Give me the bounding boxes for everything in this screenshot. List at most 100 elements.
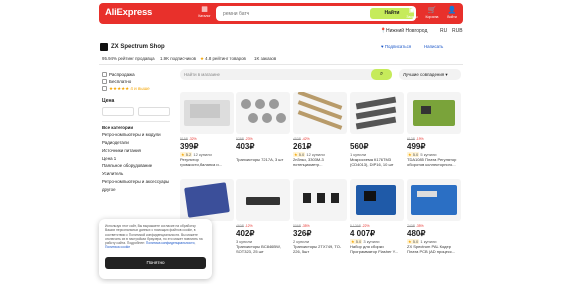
product-meta: ★ 5.0 3 купили xyxy=(350,239,380,244)
filter-rating-checkbox[interactable] xyxy=(102,86,107,91)
chevron-down-icon: ▾ xyxy=(445,72,448,77)
cookie-banner: Используя этот сайт, Вы выражаете соглас… xyxy=(99,219,212,279)
product-title[interactable]: TDA1085 Плата Регулятор оборотов коллект… xyxy=(407,158,461,168)
star-icon: ★ xyxy=(408,239,412,244)
filter-sale-checkbox[interactable] xyxy=(102,72,107,77)
grid-icon: ▦ xyxy=(201,6,208,13)
sort-label: Лучшие совпадения xyxy=(403,72,445,77)
product-title[interactable]: Микросхема К176ТМ3 (CD4013), DIP16, 10 ш… xyxy=(350,158,404,168)
category-item[interactable]: Ретро-компьютеры и модули xyxy=(102,132,161,137)
product-price: 403₽ xyxy=(236,142,255,151)
box-icon: ▣ xyxy=(408,7,416,14)
shop-search-placeholder: Найти в магазине xyxy=(184,72,220,77)
shop-search[interactable]: Найти в магазине xyxy=(180,69,390,80)
price-title: Цена xyxy=(102,98,115,104)
old-price: 528₽ -23% xyxy=(236,137,253,141)
old-price: 515₽ -32% xyxy=(180,137,197,141)
product-price: 402₽ xyxy=(236,229,255,238)
product-image[interactable] xyxy=(350,92,404,134)
product-price: 560₽ xyxy=(350,142,369,151)
product-image[interactable] xyxy=(293,179,347,221)
product-meta: 3 купили xyxy=(236,239,253,244)
product-image[interactable] xyxy=(236,179,290,221)
product-image[interactable] xyxy=(407,92,461,134)
product-title[interactable]: Регулятор громкости,баланса и... xyxy=(180,158,234,168)
heart-icon: ♥ xyxy=(381,44,384,49)
cart-button[interactable]: 🛒 Корзина xyxy=(423,6,441,22)
shop-logo xyxy=(100,43,108,51)
orders-button[interactable]: ▣ Заказы xyxy=(403,6,421,22)
product-image[interactable] xyxy=(180,179,234,221)
search-box: Найти xyxy=(216,6,416,21)
category-item[interactable]: Усилитель xyxy=(102,171,123,176)
product-image[interactable] xyxy=(236,92,290,134)
currency-select[interactable]: RUB xyxy=(452,28,463,34)
search-input[interactable] xyxy=(219,6,369,21)
category-item[interactable]: Радиодетали xyxy=(102,140,129,145)
product-title[interactable]: Набор для сборки Программатор Flasher Y.… xyxy=(350,245,404,255)
product-title[interactable]: ZX Spectrum PAL Кодер Плата PCB (АD проц… xyxy=(407,245,461,255)
region-city[interactable]: Нижний Новгород xyxy=(386,28,427,34)
shop-stat-product-rating-text: 4.8 рейтинг товаров xyxy=(205,56,246,61)
cookie-policy-link[interactable]: Политика cookie xyxy=(105,245,130,249)
product-price: 261₽ xyxy=(293,142,312,151)
old-price: 743₽ -35% xyxy=(407,224,424,228)
old-price: 460₽ -12% xyxy=(236,224,253,228)
shop-stat-followers: 1.9K подписчиков xyxy=(160,56,196,61)
product-meta: 1 купили xyxy=(350,152,367,157)
star-icon: ★ xyxy=(181,152,185,157)
shop-name[interactable]: ZX Spectrum Shop xyxy=(111,44,165,50)
filter-rating-label: ★★★★★ 4 и выше xyxy=(109,86,150,91)
subscribe-label: Подписаться xyxy=(384,44,412,49)
filter-sale-label: Распродажа xyxy=(109,72,135,77)
product-price: 499₽ xyxy=(407,142,426,151)
user-icon: 👤 xyxy=(447,7,457,14)
old-price: 613₽ -19% xyxy=(407,137,424,141)
cart-icon: 🛒 xyxy=(427,7,437,14)
cookie-accept-button[interactable]: Понятно xyxy=(105,257,206,269)
message-button[interactable]: Написать xyxy=(424,42,443,52)
catalog-label: Каталог xyxy=(198,14,211,18)
product-image[interactable] xyxy=(180,92,234,134)
old-price: 506₽ -35% xyxy=(293,224,310,228)
product-title[interactable]: 2н3ньч, 3303М-3 потенциометр... xyxy=(293,158,347,168)
privacy-policy-link[interactable]: Политика конфиденциальности xyxy=(146,241,195,245)
categories-title[interactable]: Все категории xyxy=(102,125,133,130)
product-meta: ★ 5.0 12 купили xyxy=(293,152,325,157)
product-image[interactable] xyxy=(350,179,404,221)
sort-select[interactable]: Лучшие совпадения ▾ xyxy=(399,69,461,80)
category-item[interactable]: другое xyxy=(102,187,116,192)
login-label: Войти xyxy=(447,15,457,19)
product-price: 326₽ xyxy=(293,229,312,238)
category-item[interactable]: Источники питания xyxy=(102,148,141,153)
login-button[interactable]: 👤 Войти xyxy=(443,6,461,22)
category-item[interactable]: Ретро-компьютеры и аксессуары xyxy=(102,179,169,184)
product-image[interactable] xyxy=(293,92,347,134)
product-price: 399₽ xyxy=(180,142,199,151)
product-title[interactable]: Транзисторы 7217А, 3 шт xyxy=(236,158,290,168)
search-icon: ⌕ xyxy=(379,71,384,77)
star-icon: ★ xyxy=(351,239,355,244)
product-title[interactable]: Транзисторы BC846BW, SOT323, 25 шт xyxy=(236,245,290,255)
star-icon: ★ xyxy=(200,56,204,61)
divider xyxy=(99,64,463,65)
filter-free-checkbox[interactable] xyxy=(102,79,107,84)
product-meta: ★ 5.0 5 купили xyxy=(407,152,437,157)
price-max-input[interactable] xyxy=(138,107,170,116)
old-price: 453₽ -42% xyxy=(293,137,310,141)
product-price: 480₽ xyxy=(407,229,426,238)
star-icon: ★ xyxy=(408,152,412,157)
category-item[interactable]: Цена 1 xyxy=(102,156,116,161)
catalog-button[interactable]: ▦ Каталог xyxy=(195,5,214,22)
shop-search-button[interactable]: ⌕ xyxy=(371,69,392,80)
price-min-input[interactable] xyxy=(102,107,134,116)
shop-stat-seller-rating: 95.94% рейтинг продавца xyxy=(102,56,155,61)
star-icon: ★ xyxy=(294,152,298,157)
language-select[interactable]: RU xyxy=(440,28,447,34)
product-title[interactable]: Транзисторы 2ТХ749, TO-226, 5шт xyxy=(293,245,347,255)
subscribe-button[interactable]: ♥ Подписаться xyxy=(381,42,411,52)
product-image[interactable] xyxy=(407,179,461,221)
shop-stat-orders: 1K заказов xyxy=(254,56,277,61)
logo[interactable]: AliExpress xyxy=(105,7,152,18)
category-item[interactable]: Паяльное оборудование xyxy=(102,163,152,168)
